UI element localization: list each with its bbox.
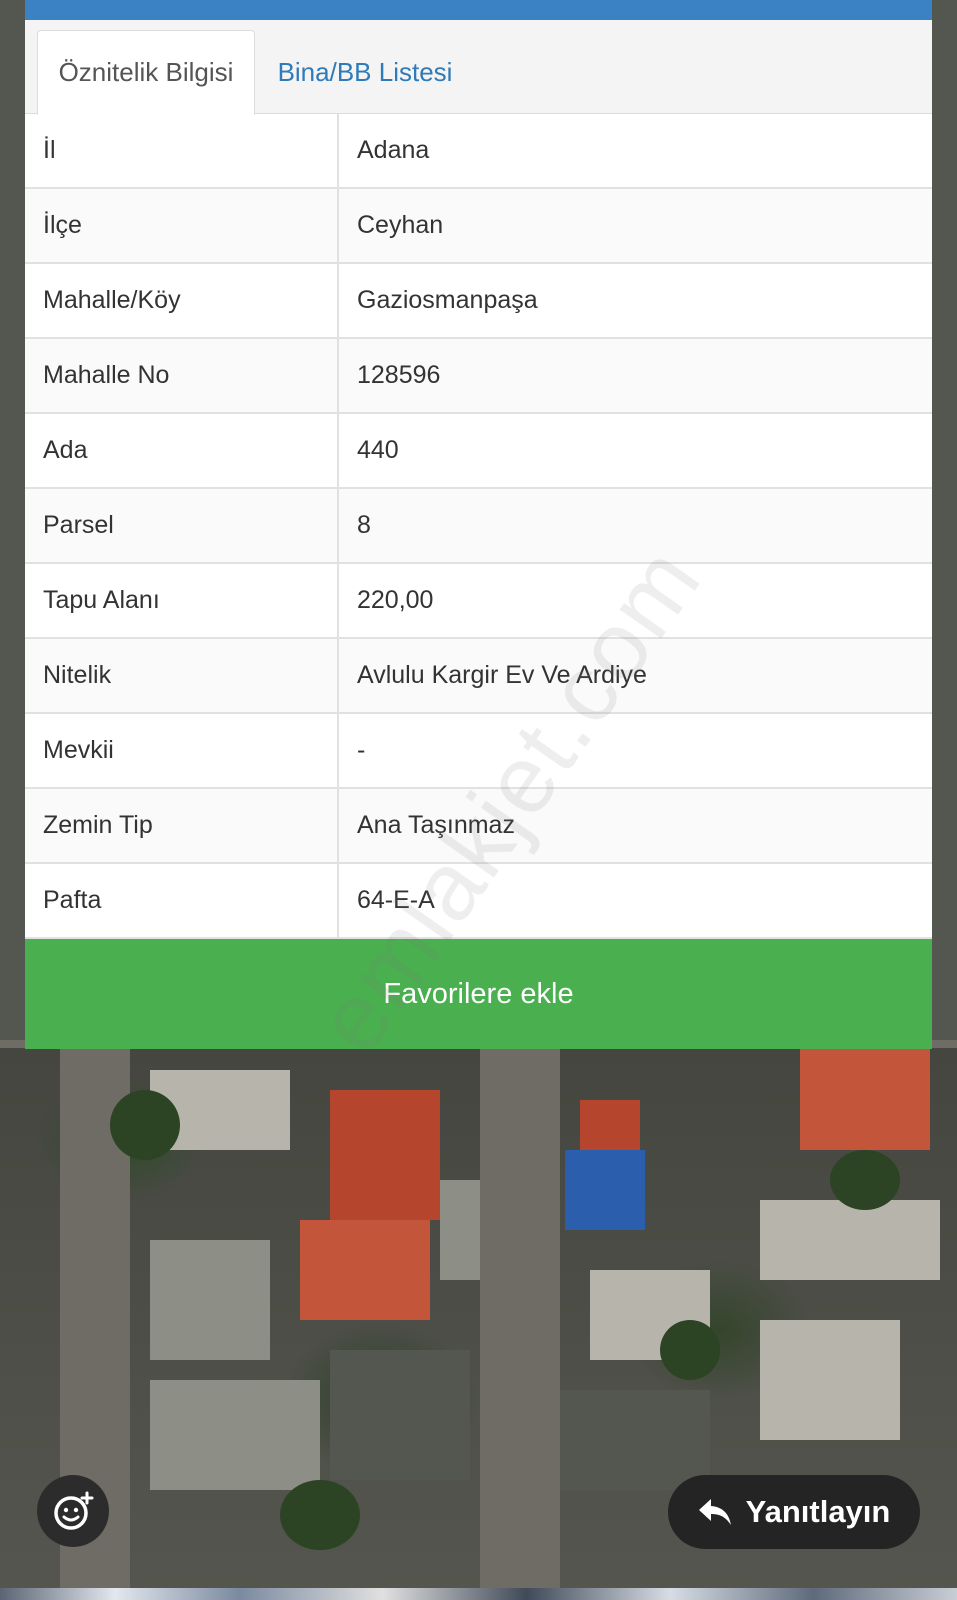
- table-row: Tapu Alanı 220,00: [25, 564, 932, 639]
- attribute-value: Ceyhan: [339, 189, 932, 262]
- reply-button[interactable]: Yanıtlayın: [668, 1475, 920, 1549]
- attribute-value: 64-E-A: [339, 864, 932, 937]
- attribute-key: Ada: [25, 414, 339, 487]
- attribute-key: Pafta: [25, 864, 339, 937]
- thumbnail-strip: [0, 1588, 957, 1600]
- attribute-value: Gaziosmanpaşa: [339, 264, 932, 337]
- attribute-key: Mahalle No: [25, 339, 339, 412]
- reply-arrow-icon: [698, 1499, 731, 1525]
- table-row: Mevkii -: [25, 714, 932, 789]
- attribute-table: İl Adana İlçe Ceyhan Mahalle/Köy Gaziosm…: [25, 114, 932, 939]
- table-row: İl Adana: [25, 114, 932, 189]
- attribute-key: Zemin Tip: [25, 789, 339, 862]
- parcel-info-panel: Öznitelik Bilgisi Bina/BB Listesi İl Ada…: [25, 0, 932, 1049]
- attribute-key: Mevkii: [25, 714, 339, 787]
- table-row: Mahalle/Köy Gaziosmanpaşa: [25, 264, 932, 339]
- tab-attribute-info[interactable]: Öznitelik Bilgisi: [37, 30, 255, 115]
- table-row: Nitelik Avlulu Kargir Ev Ve Ardiye: [25, 639, 932, 714]
- attribute-key: İl: [25, 114, 339, 187]
- table-row: Pafta 64-E-A: [25, 864, 932, 939]
- attribute-value: 128596: [339, 339, 932, 412]
- add-reaction-icon: [54, 1491, 94, 1530]
- tab-building-list[interactable]: Bina/BB Listesi: [265, 30, 465, 115]
- add-to-favorites-button[interactable]: Favorilere ekle: [25, 939, 932, 1049]
- attribute-value: 440: [339, 414, 932, 487]
- attribute-value: Ana Taşınmaz: [339, 789, 932, 862]
- table-row: Zemin Tip Ana Taşınmaz: [25, 789, 932, 864]
- table-row: Parsel 8: [25, 489, 932, 564]
- panel-header-bar: [25, 0, 932, 20]
- reply-label: Yanıtlayın: [745, 1494, 891, 1529]
- add-reaction-button[interactable]: [37, 1475, 109, 1547]
- attribute-key: Parsel: [25, 489, 339, 562]
- attribute-key: İlçe: [25, 189, 339, 262]
- attribute-value: Adana: [339, 114, 932, 187]
- attribute-value: 8: [339, 489, 932, 562]
- table-row: İlçe Ceyhan: [25, 189, 932, 264]
- attribute-key: Tapu Alanı: [25, 564, 339, 637]
- table-row: Mahalle No 128596: [25, 339, 932, 414]
- tab-bar: Öznitelik Bilgisi Bina/BB Listesi: [25, 20, 932, 115]
- attribute-key: Nitelik: [25, 639, 339, 712]
- attribute-value: Avlulu Kargir Ev Ve Ardiye: [339, 639, 932, 712]
- attribute-key: Mahalle/Köy: [25, 264, 339, 337]
- attribute-value: -: [339, 714, 932, 787]
- table-row: Ada 440: [25, 414, 932, 489]
- attribute-value: 220,00: [339, 564, 932, 637]
